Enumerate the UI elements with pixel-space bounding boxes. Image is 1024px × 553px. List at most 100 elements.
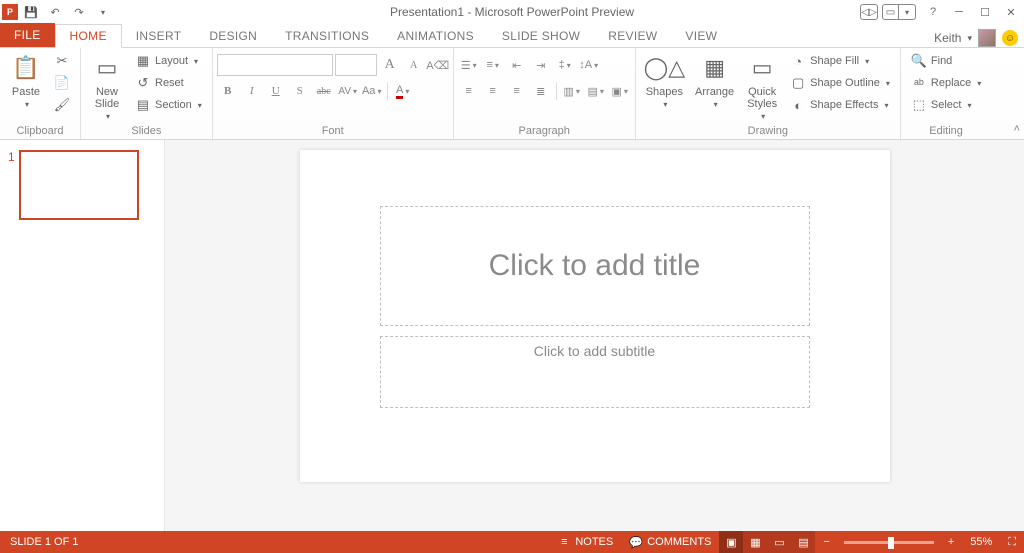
thumb-item[interactable]: 1 — [8, 150, 156, 220]
align-center-button[interactable]: ≡ — [482, 80, 504, 102]
align-text-icon: ▤ — [588, 85, 598, 98]
shape-effects-button[interactable]: ◐Shape Effects▾ — [784, 94, 896, 116]
decrease-indent-button[interactable]: ⇤ — [506, 54, 528, 76]
select-button[interactable]: ⬚Select▾ — [905, 94, 987, 116]
quick-access-toolbar: P 💾 ↶ ↷ ▾ — [0, 1, 114, 23]
slide-thumbnail-panel[interactable]: 1 — [0, 140, 165, 531]
comments-button[interactable]: 💬COMMENTS — [621, 531, 719, 553]
replace-button[interactable]: ᵃᵇReplace▾ — [905, 72, 987, 94]
char-spacing-button[interactable]: AV▾ — [337, 80, 359, 102]
tab-insert[interactable]: INSERT — [122, 25, 196, 47]
ribbon-display-toggle[interactable]: ▭▾ — [882, 4, 916, 20]
title-placeholder[interactable]: Click to add title — [380, 206, 810, 326]
subtitle-placeholder[interactable]: Click to add subtitle — [380, 336, 810, 408]
clear-formatting-button[interactable]: A⌫ — [427, 54, 449, 76]
tab-file[interactable]: FILE — [0, 23, 55, 47]
bold-button[interactable]: B — [217, 80, 239, 102]
columns-button[interactable]: ▥▾ — [561, 80, 583, 102]
chevron-down-icon: ▾ — [25, 100, 29, 109]
tab-view[interactable]: VIEW — [671, 25, 731, 47]
avatar[interactable] — [978, 29, 996, 47]
smartart-icon: ▣ — [612, 85, 622, 98]
feedback-smiley-icon[interactable]: ☺ — [1002, 30, 1018, 46]
change-case-button[interactable]: Aa▾ — [361, 80, 383, 102]
tab-animations[interactable]: ANIMATIONS — [383, 25, 488, 47]
shapes-button[interactable]: ◯△ Shapes▾ — [640, 50, 689, 111]
cut-button[interactable]: ✂ — [48, 50, 76, 72]
align-center-icon: ≡ — [490, 85, 496, 97]
bullets-button[interactable]: ☰▾ — [458, 54, 480, 76]
thumb-preview[interactable] — [19, 150, 139, 220]
bullets-icon: ☰ — [461, 59, 471, 72]
shape-fill-button[interactable]: ◔Shape Fill▾ — [784, 50, 896, 72]
zoom-out-button[interactable]: − — [815, 531, 837, 553]
redo-icon: ↷ — [74, 6, 83, 19]
text-shadow-button[interactable]: S — [289, 80, 311, 102]
quick-styles-button[interactable]: ▭ QuickStyles▾ — [740, 50, 784, 123]
notes-button[interactable]: ≡NOTES — [549, 531, 621, 553]
slideshow-view-button[interactable]: ▤ — [791, 531, 815, 553]
copy-button[interactable]: 📄 — [48, 72, 76, 94]
slide-canvas[interactable]: Click to add title Click to add subtitle — [300, 150, 890, 482]
layout-label: Layout — [155, 55, 188, 67]
tab-transitions[interactable]: TRANSITIONS — [271, 25, 383, 47]
group-slides: ▭ NewSlide ▾ ▦Layout▾ ↺Reset ▤Section▾ S… — [81, 48, 213, 139]
tab-design[interactable]: DESIGN — [195, 25, 271, 47]
numbering-button[interactable]: ≡▾ — [482, 54, 504, 76]
font-size-combobox[interactable] — [335, 54, 377, 76]
redo-button[interactable]: ↷ — [68, 1, 90, 23]
shape-fill-label: Shape Fill — [810, 55, 859, 67]
app-icon[interactable]: P — [2, 4, 18, 20]
line-spacing-button[interactable]: ‡▾ — [554, 54, 576, 76]
close-button[interactable]: ✕ — [998, 2, 1024, 22]
group-editing: 🔍Find ᵃᵇReplace▾ ⬚Select▾ Editing — [901, 48, 991, 139]
shape-outline-button[interactable]: ▢Shape Outline▾ — [784, 72, 896, 94]
fit-to-window-button[interactable]: ⛶ — [1000, 531, 1024, 553]
tab-review[interactable]: REVIEW — [594, 25, 671, 47]
user-name[interactable]: Keith — [934, 31, 961, 45]
strikethrough-button[interactable]: abc — [313, 80, 335, 102]
grow-font-button[interactable]: A — [379, 54, 401, 76]
tab-home[interactable]: HOME — [55, 24, 122, 48]
increase-indent-button[interactable]: ⇥ — [530, 54, 552, 76]
reading-view-button[interactable]: ▭ — [767, 531, 791, 553]
user-dropdown[interactable]: ▾ — [967, 33, 972, 44]
format-painter-button[interactable]: 🖌 — [48, 94, 76, 116]
reset-button[interactable]: ↺Reset — [129, 72, 208, 94]
help-button[interactable]: ? — [920, 2, 946, 22]
touch-mode-toggle[interactable]: ◁▷ — [860, 4, 878, 20]
justify-button[interactable]: ≣ — [530, 80, 552, 102]
undo-button[interactable]: ↶ — [44, 1, 66, 23]
tab-slideshow[interactable]: SLIDE SHOW — [488, 25, 594, 47]
brush-icon: 🖌 — [54, 97, 70, 113]
section-button[interactable]: ▤Section▾ — [129, 94, 208, 116]
layout-button[interactable]: ▦Layout▾ — [129, 50, 208, 72]
italic-button[interactable]: I — [241, 80, 263, 102]
sorter-view-button[interactable]: ▦ — [743, 531, 767, 553]
smartart-button[interactable]: ▣▾ — [609, 80, 631, 102]
align-left-button[interactable]: ≡ — [458, 80, 480, 102]
shrink-font-button[interactable]: A — [403, 54, 425, 76]
save-button[interactable]: 💾 — [20, 1, 42, 23]
zoom-slider[interactable] — [844, 541, 934, 544]
ribbon: 📋 Paste ▾ ✂ 📄 🖌 Clipboard ▭ NewSlide ▾ ▦… — [0, 48, 1024, 140]
text-direction-button[interactable]: ↕A▾ — [578, 54, 600, 76]
align-text-button[interactable]: ▤▾ — [585, 80, 607, 102]
find-button[interactable]: 🔍Find — [905, 50, 987, 72]
underline-button[interactable]: U — [265, 80, 287, 102]
collapse-ribbon-button[interactable]: ˄ — [1014, 123, 1020, 135]
maximize-button[interactable]: ☐ — [972, 2, 998, 22]
qat-customize-button[interactable]: ▾ — [92, 1, 114, 23]
minimize-button[interactable]: ─ — [946, 2, 972, 22]
zoom-level[interactable]: 55% — [962, 531, 1000, 553]
font-name-combobox[interactable] — [217, 54, 333, 76]
align-right-button[interactable]: ≡ — [506, 80, 528, 102]
zoom-in-button[interactable]: + — [940, 531, 962, 553]
zoom-slider-thumb[interactable] — [888, 537, 894, 549]
arrange-button[interactable]: ▦ Arrange▾ — [689, 50, 740, 111]
new-slide-button[interactable]: ▭ NewSlide ▾ — [85, 50, 129, 123]
normal-view-button[interactable]: ▣ — [719, 531, 743, 553]
paste-button[interactable]: 📋 Paste ▾ — [4, 50, 48, 111]
slide-editor[interactable]: Click to add title Click to add subtitle — [165, 140, 1024, 531]
font-color-button[interactable]: A▾ — [392, 80, 414, 102]
